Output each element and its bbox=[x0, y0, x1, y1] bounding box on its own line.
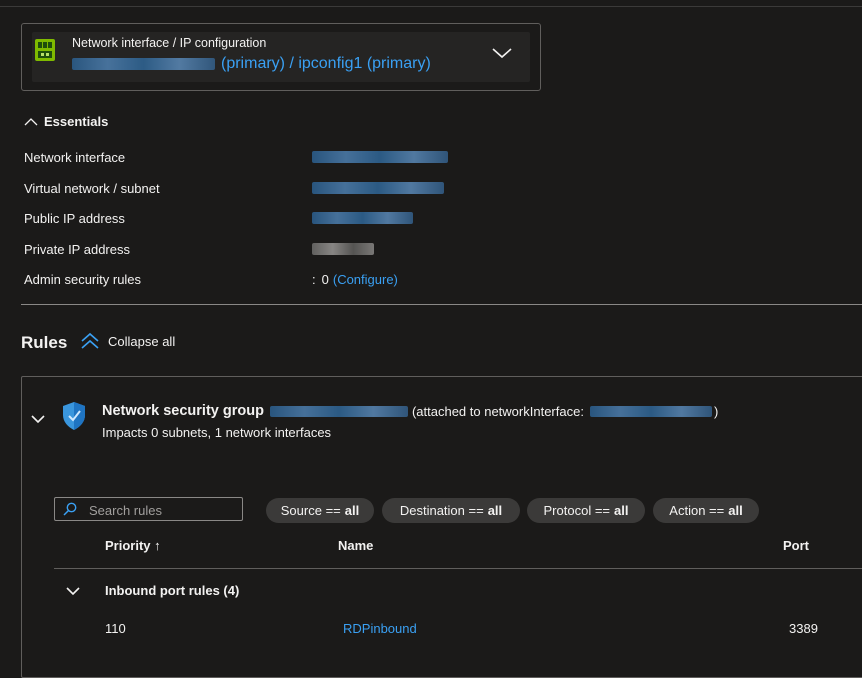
redacted-nsg-name[interactable] bbox=[269, 405, 408, 417]
nic-ipconfig-value-suffix: (primary) / ipconfig1 (primary) bbox=[221, 55, 431, 72]
essentials-label-public-ip: Public IP address bbox=[24, 211, 125, 226]
search-icon bbox=[63, 502, 77, 516]
column-header-name[interactable]: Name bbox=[338, 538, 373, 553]
redacted-value bbox=[312, 243, 374, 255]
collapse-all-label: Collapse all bbox=[108, 333, 176, 349]
colon-separator: : bbox=[312, 272, 316, 287]
filter-source-label: Source == bbox=[280, 503, 341, 518]
filter-destination-label: Destination == bbox=[399, 503, 484, 518]
search-rules-box[interactable] bbox=[54, 497, 243, 521]
rule-name-link[interactable]: RDPinbound bbox=[343, 621, 417, 636]
nsg-title: Network security group (attached to netw… bbox=[102, 403, 718, 419]
network-interface-icon bbox=[35, 39, 55, 61]
chevron-down-icon[interactable] bbox=[492, 46, 512, 60]
filter-protocol-value: all bbox=[614, 503, 629, 518]
search-rules-input[interactable] bbox=[87, 501, 241, 519]
nic-ipconfig-label: Network interface / IP configuration bbox=[72, 36, 267, 50]
top-divider bbox=[0, 6, 862, 7]
inbound-rules-group-label: Inbound port rules (4) bbox=[105, 583, 240, 598]
essentials-value-public-ip[interactable] bbox=[312, 212, 413, 224]
filter-source-value: all bbox=[344, 503, 360, 518]
rules-title: Rules bbox=[21, 333, 68, 352]
admin-rules-count: 0 bbox=[321, 272, 329, 287]
essentials-label-private-ip: Private IP address bbox=[24, 242, 130, 257]
nic-ipconfig-dropdown-inner[interactable]: Network interface / IP configuration (pr… bbox=[32, 32, 530, 82]
essentials-label-network-interface: Network interface bbox=[24, 150, 126, 165]
essentials-heading: Essentials bbox=[44, 114, 109, 129]
nsg-impacts: Impacts 0 subnets, 1 network interfaces bbox=[102, 425, 332, 440]
filter-action-value: all bbox=[728, 503, 743, 518]
essentials-value-vnet-subnet[interactable] bbox=[312, 182, 444, 194]
essentials-label-vnet-subnet: Virtual network / subnet bbox=[24, 181, 160, 196]
redacted-value bbox=[312, 182, 444, 194]
redacted-value bbox=[312, 151, 448, 163]
filter-source[interactable]: Source == all bbox=[266, 498, 374, 523]
essentials-label-admin-rules: Admin security rules bbox=[24, 272, 142, 287]
filter-protocol-label: Protocol == bbox=[543, 503, 611, 518]
nsg-attached-info: (attached to networkInterface: ) bbox=[412, 404, 718, 419]
column-header-port[interactable]: Port bbox=[783, 538, 809, 553]
redacted-nic-link[interactable] bbox=[589, 405, 712, 417]
nsg-attached-prefix: (attached to networkInterface: bbox=[411, 403, 584, 419]
shield-icon bbox=[63, 402, 85, 430]
nsg-title-prefix: Network security group bbox=[102, 403, 264, 419]
inbound-rules-group[interactable]: Inbound port rules (4) bbox=[54, 583, 239, 598]
essentials-value-network-interface bbox=[312, 151, 448, 163]
nic-ipconfig-dropdown[interactable]: Network interface / IP configuration (pr… bbox=[21, 23, 541, 91]
essentials-toggle[interactable]: Essentials bbox=[24, 114, 108, 129]
nsg-attached-suffix: ) bbox=[713, 403, 719, 419]
nsg-panel bbox=[21, 376, 862, 678]
nic-ipconfig-value: (primary) / ipconfig1 (primary) bbox=[72, 55, 431, 73]
essentials-value-admin-rules: : 0 (Configure) bbox=[312, 272, 398, 287]
chevron-down-icon[interactable] bbox=[30, 413, 46, 425]
redacted-value bbox=[312, 212, 413, 224]
row-priority: 110 bbox=[105, 621, 126, 636]
filter-destination[interactable]: Destination == all bbox=[382, 498, 520, 523]
table-header-divider bbox=[54, 568, 862, 569]
filter-action[interactable]: Action == all bbox=[653, 498, 759, 523]
chevron-down-icon bbox=[66, 586, 80, 595]
column-header-priority[interactable]: Priority ↑ bbox=[105, 538, 161, 553]
redacted-nic-name bbox=[72, 58, 215, 70]
filter-protocol[interactable]: Protocol == all bbox=[527, 498, 645, 523]
double-chevron-up-icon bbox=[81, 332, 99, 349]
filter-destination-value: all bbox=[487, 503, 503, 518]
row-port: 3389 bbox=[789, 621, 818, 636]
collapse-all-button[interactable]: Collapse all bbox=[80, 332, 175, 350]
chevron-up-icon bbox=[24, 117, 38, 125]
essentials-value-private-ip bbox=[312, 243, 374, 255]
filter-action-label: Action == bbox=[669, 503, 725, 518]
section-divider bbox=[21, 304, 862, 305]
configure-link[interactable]: (Configure) bbox=[333, 272, 398, 287]
